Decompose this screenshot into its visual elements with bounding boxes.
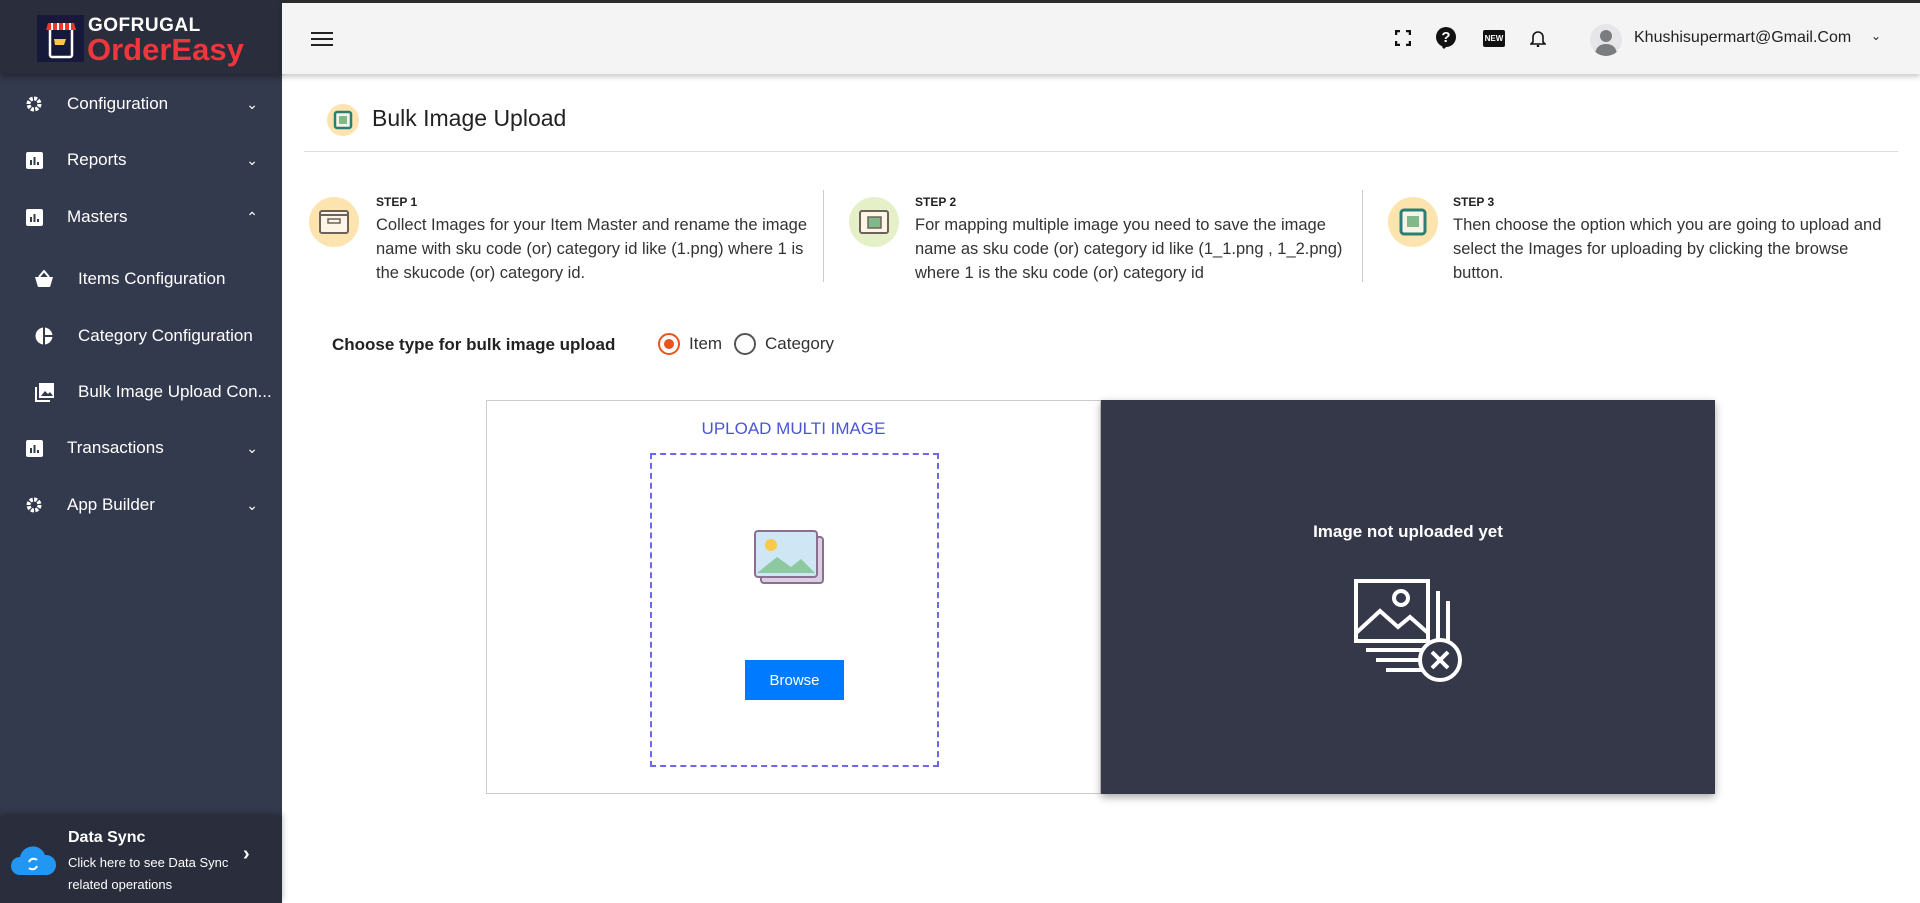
data-sync-panel[interactable]: Data Sync Click here to see Data Sync re… [0,817,282,903]
image-not-uploaded-icon [1353,578,1469,693]
page-title: Bulk Image Upload [372,105,567,131]
data-sync-title: Data Sync [68,829,146,846]
upload-panel: UPLOAD MULTI IMAGE Browse [486,400,1101,794]
sidebar-item-configuration[interactable]: Configuration ⌄ [0,84,282,124]
chart-icon [24,207,44,227]
data-sync-desc-1: Click here to see Data Sync [68,855,229,870]
title-divider [304,151,1898,152]
gear-icon [24,94,44,114]
sidebar-item-label: Reports [67,150,127,169]
sidebar-item-reports[interactable]: Reports ⌄ [0,140,282,180]
sidebar-item-label: Bulk Image Upload Con... [78,382,272,401]
chevron-down-icon: ⌄ [246,95,258,112]
radio-item[interactable] [658,333,680,355]
chevron-up-icon: ⌃ [246,208,258,225]
store-logo-icon [37,15,84,62]
sidebar: GOFRUGAL OrderEasy Configuration ⌄ Repor… [0,0,282,903]
step-2-label: STEP 2 [915,195,957,209]
cloud-sync-icon [10,845,57,882]
step-3-text: Then choose the option which you are goi… [1453,216,1882,282]
hamburger-menu-icon[interactable] [311,31,333,52]
data-sync-desc-2: related operations [68,877,173,892]
photo-frame-icon [1388,197,1438,247]
step-divider [1362,190,1363,282]
sidebar-item-items-configuration[interactable]: Items Configuration [0,259,282,299]
sidebar-item-category-configuration[interactable]: Category Configuration [0,316,282,356]
new-badge-icon[interactable]: NEW [1482,27,1506,49]
basket-icon [34,269,54,289]
sidebar-item-label: Configuration [67,94,169,113]
upload-title: UPLOAD MULTI IMAGE [701,419,886,438]
chart-icon [24,438,44,458]
preview-panel: Image not uploaded yet [1101,400,1715,794]
sidebar-item-label: Items Configuration [78,269,226,288]
chevron-down-icon[interactable]: ⌄ [1871,29,1881,43]
radio-item-label[interactable]: Item [689,334,722,354]
radio-category[interactable] [734,333,756,355]
images-icon [34,382,54,402]
sidebar-item-masters[interactable]: Masters ⌃ [0,197,282,237]
preview-status: Image not uploaded yet [1313,522,1503,541]
user-email[interactable]: Khushisupermart@Gmail.Com [1634,29,1851,47]
sidebar-item-label: Category Configuration [78,326,253,345]
pie-icon [34,326,54,346]
chart-icon [24,150,44,170]
step-3-label: STEP 3 [1453,195,1495,209]
help-icon[interactable]: ? [1435,27,1457,50]
step-divider [823,190,824,282]
sidebar-item-label: Transactions [67,438,164,457]
bell-icon[interactable] [1527,27,1549,49]
drop-zone[interactable]: Browse [650,453,939,767]
brand-product: OrderEasy [87,32,244,67]
chevron-down-icon: ⌄ [246,439,258,456]
brand-logo[interactable]: GOFRUGAL OrderEasy [0,0,282,74]
browse-button[interactable]: Browse [745,660,844,700]
top-header: ? NEW Khushisupermart@Gmail.Com ⌄ [282,0,1920,74]
step-2-text: For mapping multiple image you need to s… [915,216,1343,282]
step-1-label: STEP 1 [376,195,418,209]
radio-category-label[interactable]: Category [765,334,834,354]
sidebar-item-label: Masters [67,207,128,226]
sidebar-item-label: App Builder [67,495,155,514]
folder-icon [309,197,359,247]
chevron-down-icon: ⌄ [246,496,258,513]
fullscreen-icon[interactable] [1392,27,1414,49]
page-title-icon [326,103,360,142]
chevron-down-icon: ⌄ [246,151,258,168]
folder-image-icon [849,197,899,247]
image-gallery-icon [753,529,825,590]
step-1-text: Collect Images for your Item Master and … [376,216,808,282]
sidebar-item-app-builder[interactable]: App Builder ⌄ [0,485,282,525]
avatar[interactable] [1590,24,1622,56]
sidebar-item-transactions[interactable]: Transactions ⌄ [0,428,282,468]
chevron-right-icon[interactable]: › [243,843,250,866]
new-badge-text: NEW [1482,29,1506,47]
svg-text:?: ? [1441,29,1450,46]
gear-icon [24,495,44,515]
upload-type-label: Choose type for bulk image upload [332,335,616,354]
sidebar-item-bulk-image-upload[interactable]: Bulk Image Upload Con... [0,372,282,412]
